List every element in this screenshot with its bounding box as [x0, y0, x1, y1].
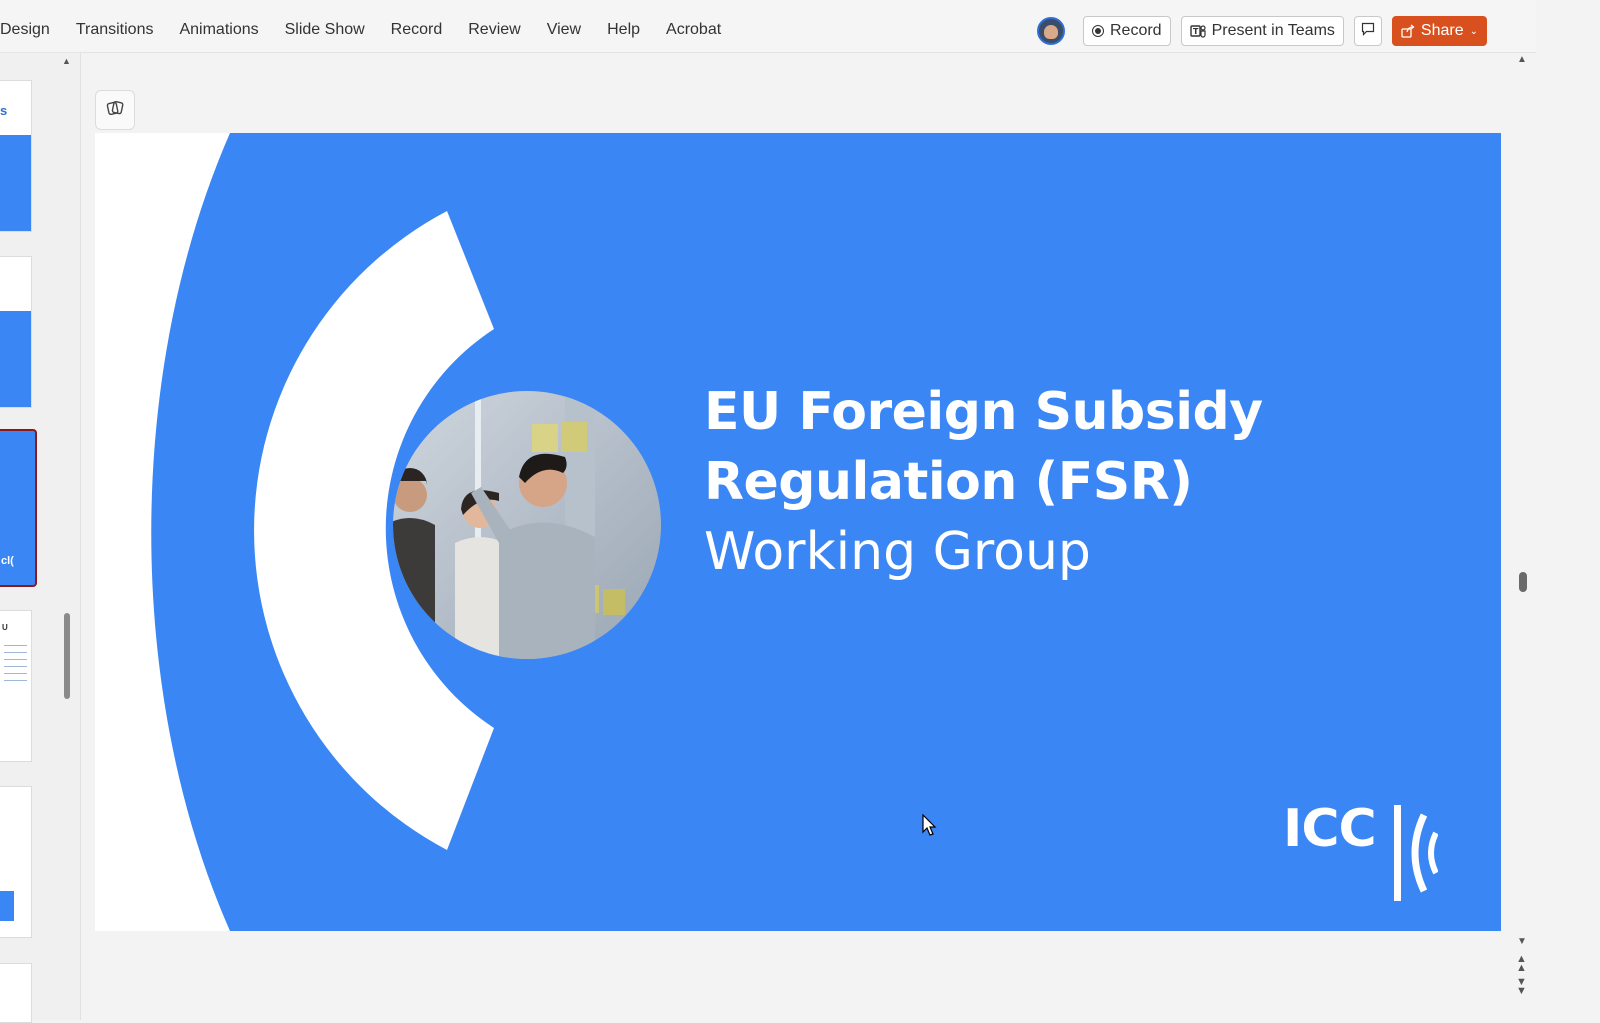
chevron-down-icon[interactable]: ⌄: [1470, 26, 1478, 37]
slide-thumbnail-3-selected[interactable]: cl(: [0, 429, 37, 587]
editor-scrollbar[interactable]: [1519, 572, 1527, 592]
avatar[interactable]: [1037, 17, 1065, 45]
present-in-teams-label: Present in Teams: [1211, 22, 1335, 39]
slide-subtitle[interactable]: Working Group: [704, 517, 1091, 587]
thumbnail-scroll-up-icon[interactable]: ▲: [62, 56, 71, 66]
designer-icon: [105, 98, 125, 123]
cursor-icon: [922, 814, 937, 836]
tab-acrobat[interactable]: Acrobat: [666, 21, 721, 39]
tab-view[interactable]: View: [547, 21, 581, 39]
slide-title[interactable]: EU Foreign Subsidy Regulation (FSR): [704, 377, 1263, 517]
comments-button[interactable]: [1353, 16, 1382, 46]
scroll-down-icon[interactable]: ▼: [1517, 936, 1527, 947]
present-in-teams-button[interactable]: T Present in Teams: [1180, 16, 1344, 46]
thumbnail-scrollbar[interactable]: [64, 613, 70, 699]
tab-animations[interactable]: Animations: [179, 21, 258, 39]
tab-record[interactable]: Record: [391, 21, 443, 39]
previous-slide-icon[interactable]: ▲ ▲: [1516, 954, 1527, 974]
ribbon-actions: Record T Present in Teams Share ⌄: [1037, 16, 1487, 46]
slide-canvas[interactable]: EU Foreign Subsidy Regulation (FSR) Work…: [95, 133, 1501, 931]
record-button-label: Record: [1110, 22, 1162, 39]
svg-text:T: T: [1193, 27, 1199, 36]
tab-slide-show[interactable]: Slide Show: [285, 21, 365, 39]
share-icon: [1401, 24, 1415, 38]
share-button-label: Share: [1420, 22, 1464, 39]
slide-thumbnail-6[interactable]: [0, 963, 32, 1023]
tab-transitions[interactable]: Transitions: [76, 21, 154, 39]
slide-title-line-2: Regulation (FSR): [704, 452, 1193, 512]
slide-thumbnail-1[interactable]: s: [0, 80, 32, 232]
slide-thumbnail-4[interactable]: U: [0, 610, 32, 762]
slide-title-line-1: EU Foreign Subsidy: [704, 382, 1263, 442]
ribbon-tab-bar: Design Transitions Animations Slide Show…: [0, 0, 1536, 53]
record-button[interactable]: Record: [1083, 16, 1171, 46]
comment-icon: [1361, 22, 1375, 41]
tab-review[interactable]: Review: [468, 21, 520, 39]
icc-logo-text: ICC: [1283, 799, 1377, 859]
slide-thumbnail-pane: ▲ s cl( U: [0, 53, 81, 1023]
slide-thumbnail-2[interactable]: [0, 256, 32, 408]
share-button[interactable]: Share ⌄: [1391, 16, 1487, 46]
record-icon: [1092, 25, 1104, 37]
scroll-up-icon[interactable]: ▲: [1517, 54, 1527, 65]
tab-design[interactable]: Design: [0, 21, 50, 39]
tab-help[interactable]: Help: [607, 21, 640, 39]
ribbon-tabs: Design Transitions Animations Slide Show…: [0, 21, 747, 39]
teams-icon: T: [1189, 23, 1206, 39]
slide-thumbnail-5[interactable]: [0, 786, 32, 938]
icc-logo-icon: [1394, 805, 1438, 901]
avatar-face: [1044, 25, 1058, 39]
designer-button[interactable]: [95, 90, 135, 130]
next-slide-icon[interactable]: ▼ ▼: [1516, 977, 1527, 997]
